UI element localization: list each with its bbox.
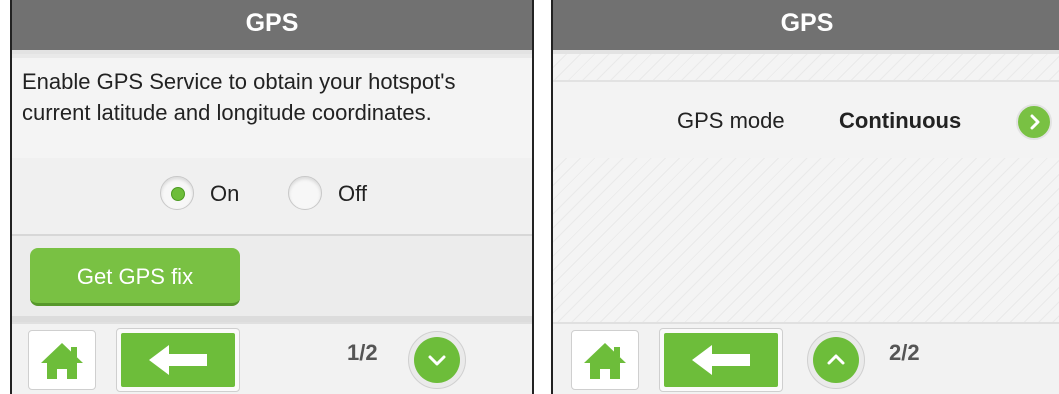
- gps-mode-label: GPS mode: [677, 108, 785, 133]
- page-title: GPS: [245, 9, 299, 37]
- chevron-right-icon: [1030, 114, 1040, 130]
- gps-description: Enable GPS Service to obtain your hotspo…: [22, 69, 456, 125]
- scroll-up-button[interactable]: [807, 331, 865, 389]
- action-area: Get GPS fix: [12, 236, 532, 322]
- page-title: GPS: [780, 9, 834, 37]
- gps-mode-value: Continuous: [839, 108, 962, 133]
- title-bar: GPS: [12, 0, 532, 54]
- radio-on-label[interactable]: On: [210, 181, 239, 207]
- back-button[interactable]: [659, 328, 783, 392]
- page-indicator: 2/2: [889, 340, 920, 365]
- home-button[interactable]: [28, 330, 96, 390]
- gps-screen-page-2: GPS GPS mode Continuous 2/2: [551, 0, 1059, 394]
- chevron-up-icon: [827, 354, 845, 365]
- empty-content-area: [553, 158, 1059, 322]
- gps-toggle-row: On Off: [12, 158, 532, 236]
- radio-off-label[interactable]: Off: [338, 181, 367, 207]
- home-button[interactable]: [571, 330, 639, 390]
- title-bar: GPS: [553, 0, 1059, 54]
- home-icon: [41, 343, 83, 379]
- home-icon: [584, 343, 626, 379]
- gps-mode-chevron-button[interactable]: [1016, 104, 1052, 140]
- radio-on[interactable]: [160, 176, 194, 210]
- striped-spacer: [553, 54, 1059, 80]
- page-indicator: 1/2: [347, 340, 378, 365]
- back-arrow-icon: [149, 345, 207, 375]
- footer-nav: 2/2: [553, 322, 1059, 394]
- gps-screen-page-1: GPS Enable GPS Service to obtain your ho…: [10, 0, 534, 394]
- description-panel: Enable GPS Service to obtain your hotspo…: [12, 54, 532, 162]
- gps-mode-row[interactable]: GPS mode Continuous: [553, 80, 1059, 160]
- footer-nav: 1/2: [12, 322, 532, 394]
- radio-off[interactable]: [288, 176, 322, 210]
- get-gps-fix-button[interactable]: Get GPS fix: [30, 248, 240, 306]
- back-arrow-icon: [692, 345, 750, 375]
- back-button[interactable]: [116, 328, 240, 392]
- chevron-down-icon: [428, 355, 446, 366]
- scroll-down-button[interactable]: [408, 331, 466, 389]
